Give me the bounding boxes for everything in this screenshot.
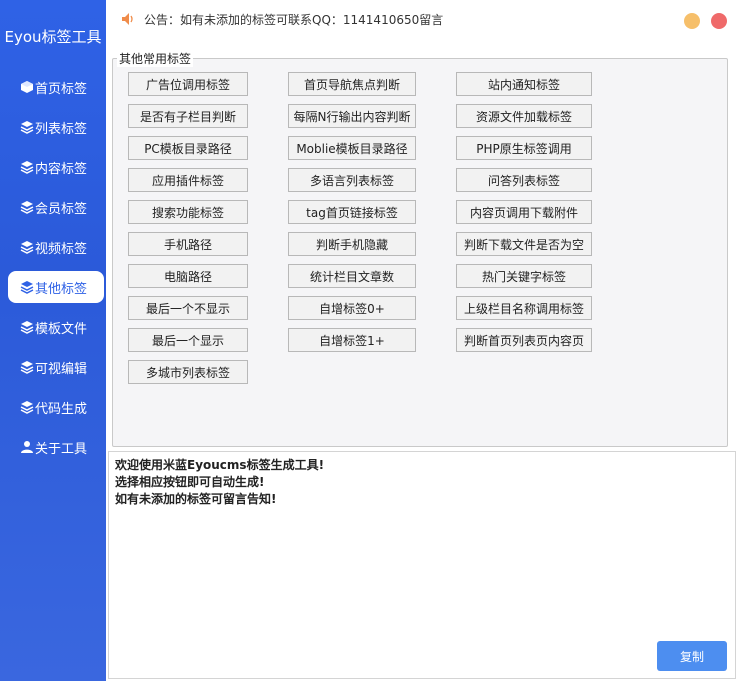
speaker-icon	[120, 11, 136, 27]
sidebar-item-label: 视频标签	[35, 241, 88, 257]
layers-icon	[20, 240, 34, 254]
tag-button[interactable]: 判断下载文件是否为空	[456, 232, 592, 256]
sidebar-item-label: 内容标签	[35, 161, 88, 177]
sidebar-item-label: 会员标签	[35, 201, 88, 217]
tag-button[interactable]: 手机路径	[128, 232, 248, 256]
tag-button[interactable]: 上级栏目名称调用标签	[456, 296, 592, 320]
tag-button[interactable]: 热门关键字标签	[456, 264, 592, 288]
layers-icon	[20, 280, 34, 294]
tag-button[interactable]: 广告位调用标签	[128, 72, 248, 96]
layers-icon	[20, 160, 34, 174]
layers-icon	[20, 320, 34, 334]
tag-button[interactable]: 多语言列表标签	[288, 168, 416, 192]
tag-button[interactable]: 搜索功能标签	[128, 200, 248, 224]
tag-button[interactable]: 最后一个显示	[128, 328, 248, 352]
tag-button[interactable]: 多城市列表标签	[128, 360, 248, 384]
tag-button[interactable]: 应用插件标签	[128, 168, 248, 192]
sidebar-item-member-tags[interactable]: 会员标签	[0, 191, 106, 223]
tag-button[interactable]: Moblie模板目录路径	[288, 136, 416, 160]
sidebar-item-label: 代码生成	[35, 401, 88, 417]
tag-button[interactable]: 首页导航焦点判断	[288, 72, 416, 96]
layers-icon	[20, 200, 34, 214]
tag-button[interactable]: 自增标签1+	[288, 328, 416, 352]
tag-button[interactable]: 内容页调用下载附件	[456, 200, 592, 224]
tag-button[interactable]: 站内通知标签	[456, 72, 592, 96]
sidebar-item-about[interactable]: 关于工具	[0, 431, 106, 463]
tag-button[interactable]: 问答列表标签	[456, 168, 592, 192]
sidebar-item-label: 模板文件	[35, 321, 88, 337]
minimize-button[interactable]	[684, 13, 700, 29]
output-line: 选择相应按钮即可自动生成!	[115, 475, 265, 489]
notice-text: 公告：如有未添加的标签可联系QQ：1141410650留言	[144, 13, 444, 27]
header-bar: 公告：如有未添加的标签可联系QQ：1141410650留言	[106, 0, 738, 40]
group-legend: 其他常用标签	[117, 50, 194, 67]
copy-button[interactable]: 复制	[657, 641, 727, 671]
tag-button[interactable]: 判断首页列表页内容页	[456, 328, 592, 352]
tag-button[interactable]: 是否有子栏目判断	[128, 104, 248, 128]
tag-button[interactable]: 判断手机隐藏	[288, 232, 416, 256]
sidebar-item-home-tags[interactable]: 首页标签	[0, 71, 106, 103]
output-textarea[interactable]: 欢迎使用米蓝Eyoucms标签生成工具! 选择相应按钮即可自动生成! 如有未添加…	[108, 451, 736, 679]
layers-icon	[20, 360, 34, 374]
layers-icon	[20, 120, 34, 134]
sidebar-item-other-tags[interactable]: 其他标签	[8, 271, 104, 303]
tag-button[interactable]: 电脑路径	[128, 264, 248, 288]
tag-button[interactable]: 统计栏目文章数	[288, 264, 416, 288]
sidebar-item-video-tags[interactable]: 视频标签	[0, 231, 106, 263]
sidebar-item-visual-edit[interactable]: 可视编辑	[0, 351, 106, 383]
sidebar-item-label: 首页标签	[35, 81, 88, 97]
sidebar-item-code-generate[interactable]: 代码生成	[0, 391, 106, 423]
sidebar-nav: 首页标签 列表标签 内容标签 会员标签 视频标签 其他标签 模板文件 可视编辑 …	[0, 71, 106, 471]
tag-button[interactable]: PC模板目录路径	[128, 136, 248, 160]
sidebar-item-label: 可视编辑	[35, 361, 88, 377]
sidebar-item-label: 关于工具	[35, 441, 88, 457]
sidebar-item-template-files[interactable]: 模板文件	[0, 311, 106, 343]
sidebar-item-label: 列表标签	[35, 121, 88, 137]
layers-icon	[20, 400, 34, 414]
tag-button[interactable]: PHP原生标签调用	[456, 136, 592, 160]
sidebar-item-list-tags[interactable]: 列表标签	[0, 111, 106, 143]
tag-button[interactable]: 资源文件加载标签	[456, 104, 592, 128]
output-line: 如有未添加的标签可留言告知!	[115, 492, 277, 506]
close-button[interactable]	[711, 13, 727, 29]
sidebar: Eyou标签工具 首页标签 列表标签 内容标签 会员标签 视频标签 其他标签 模…	[0, 0, 106, 681]
output-line: 欢迎使用米蓝Eyoucms标签生成工具!	[115, 458, 325, 472]
app-title: Eyou标签工具	[4, 28, 102, 46]
tag-button[interactable]: tag首页链接标签	[288, 200, 416, 224]
tag-button[interactable]: 自增标签0+	[288, 296, 416, 320]
user-icon	[20, 440, 34, 454]
tag-button[interactable]: 每隔N行输出内容判断	[288, 104, 416, 128]
cube-icon	[20, 80, 34, 94]
sidebar-item-label: 其他标签	[35, 281, 88, 297]
sidebar-item-content-tags[interactable]: 内容标签	[0, 151, 106, 183]
tag-button[interactable]: 最后一个不显示	[128, 296, 248, 320]
